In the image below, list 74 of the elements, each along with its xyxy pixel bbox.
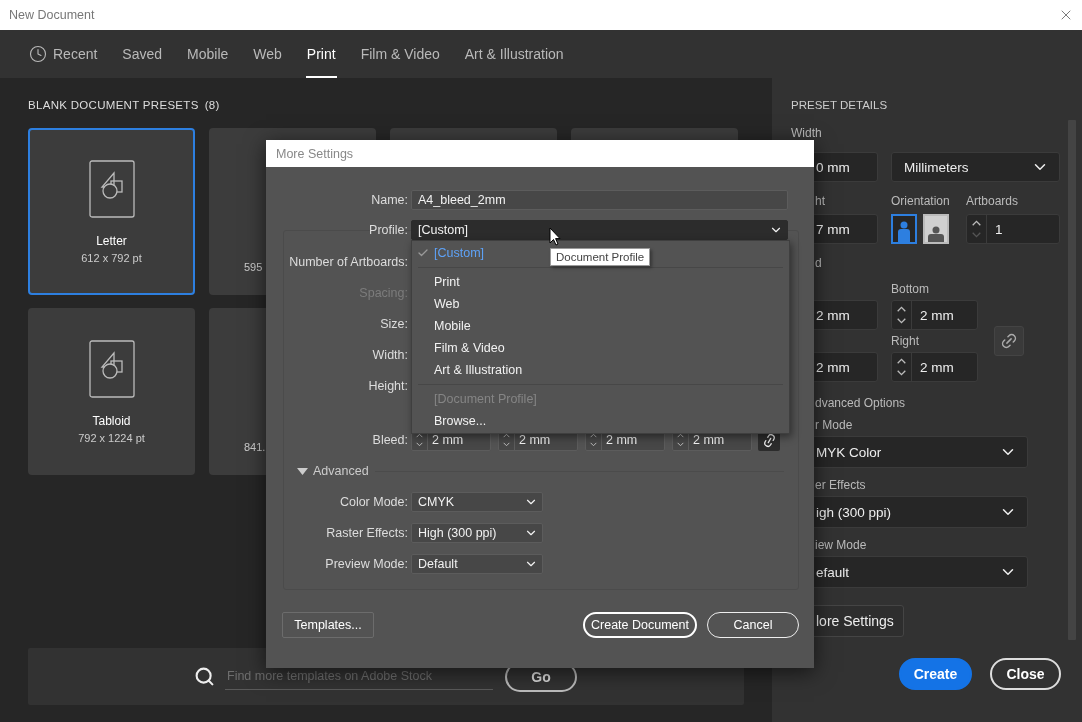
preset-size: 841. — [244, 441, 266, 453]
create-button[interactable]: Create — [899, 658, 972, 690]
field-label: Artboards — [966, 194, 1019, 208]
search-icon — [194, 666, 215, 687]
tab[interactable]: Web — [252, 30, 283, 78]
menu-item[interactable]: Art & Illustration — [412, 359, 789, 381]
create-document-button[interactable]: Create Document — [583, 612, 697, 638]
field-label: iew Mode — [814, 538, 868, 552]
link-icon[interactable] — [994, 326, 1024, 356]
advanced-toggle[interactable]: Advanced — [297, 464, 369, 478]
preset-size: 595 — [244, 261, 263, 273]
field-label: Width — [791, 126, 823, 140]
field-label: er Effects — [814, 478, 867, 492]
name-field[interactable]: A4_bleed_2mm — [411, 190, 788, 210]
tooltip: Document Profile — [550, 248, 651, 266]
panel-heading: PRESET DETAILS — [791, 98, 889, 112]
field-label: d — [814, 256, 823, 270]
bleed-field[interactable]: 2 mm — [891, 352, 978, 382]
menu-item[interactable]: Print — [412, 271, 789, 293]
tab[interactable]: Saved — [121, 30, 164, 78]
preset-size: 612 x 792 pt — [81, 251, 142, 264]
field-label: Preview Mode: — [324, 557, 408, 571]
clock-icon — [29, 45, 47, 63]
document-icon — [88, 159, 135, 218]
close-button[interactable]: Close — [990, 658, 1061, 690]
cancel-button[interactable]: Cancel — [707, 612, 799, 638]
field-label: Height: — [367, 379, 408, 393]
select-field[interactable]: Default — [411, 554, 543, 574]
artboards-field[interactable]: 1 — [966, 214, 1060, 244]
preset-name: Tabloid — [92, 413, 131, 428]
field-label: Right — [891, 334, 920, 348]
bleed-field[interactable]: 2 mm — [891, 300, 978, 330]
field-label: Bottom — [891, 282, 930, 296]
field-label: Color Mode: — [338, 495, 408, 509]
field-label: Raster Effects: — [325, 526, 408, 540]
field-label: Bleed: — [371, 433, 408, 447]
field-label: Orientation — [891, 194, 951, 208]
portrait-button[interactable] — [891, 214, 917, 244]
cursor-icon — [549, 227, 561, 246]
units-select[interactable]: Millimeters — [891, 152, 1060, 182]
tab[interactable]: Mobile — [186, 30, 230, 78]
preset-count: (8) — [204, 98, 220, 112]
menu-item[interactable]: Web — [412, 293, 789, 315]
tab[interactable]: Recent — [28, 30, 99, 78]
preset-name: Letter — [96, 233, 127, 248]
window-title: New Document — [9, 8, 95, 22]
tab[interactable]: Film & Video — [359, 30, 441, 78]
select-field[interactable]: CMYK — [411, 492, 543, 512]
field-label: r Mode — [814, 418, 854, 432]
templates-button[interactable]: Templates... — [282, 612, 374, 638]
menu-item[interactable]: Film & Video — [412, 337, 789, 359]
landscape-button[interactable] — [923, 214, 949, 244]
preset-card[interactable]: Tabloid 792 x 1224 pt — [28, 308, 195, 475]
field-label: Width: — [371, 348, 408, 362]
person-icon — [897, 220, 911, 242]
field-label: ht — [814, 194, 826, 208]
dialog-title: More Settings — [276, 146, 354, 161]
section-label: dvanced Options — [814, 396, 907, 410]
field-label: Profile: — [368, 223, 408, 237]
preset-size: 792 x 1224 pt — [78, 431, 145, 444]
select-field[interactable]: High (300 ppi) — [411, 523, 543, 543]
menu-item[interactable]: Browse... — [412, 410, 789, 432]
field-label: Size: — [379, 317, 408, 331]
section-heading: BLANK DOCUMENT PRESETS — [28, 98, 199, 112]
tab[interactable]: Art & Illustration — [463, 30, 565, 78]
check-icon — [417, 247, 429, 259]
document-icon — [88, 339, 135, 398]
field-label: Number of Artboards: — [288, 255, 408, 269]
menu-item[interactable]: Mobile — [412, 315, 789, 337]
profile-select[interactable]: [Custom] — [411, 220, 788, 240]
triangle-icon — [297, 467, 308, 475]
person-icon — [926, 226, 946, 242]
field-label: Name: — [370, 193, 408, 207]
preset-card[interactable]: Letter 612 x 792 pt — [28, 128, 195, 295]
